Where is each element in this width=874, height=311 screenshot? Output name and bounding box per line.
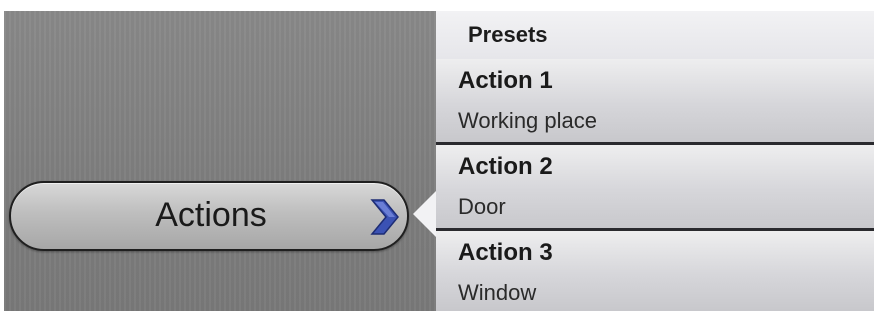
popover-arrow (413, 190, 437, 238)
preset-item-title: Action 3 (458, 239, 553, 266)
chevron-right-icon (370, 199, 399, 235)
actions-button[interactable]: Actions (9, 181, 409, 251)
preset-item-subtitle: Door (458, 194, 506, 219)
presets-panel: Presets Action 1 Working place Action 2 … (436, 11, 874, 311)
preset-item-title: Action 1 (458, 67, 553, 94)
preset-item-subtitle: Window (458, 280, 537, 305)
preset-item-title: Action 2 (458, 153, 553, 180)
preset-item-action-3[interactable]: Action 3 Window (436, 231, 874, 311)
presets-title: Presets (468, 22, 548, 47)
preset-item-subtitle: Working place (458, 108, 597, 133)
actions-button-label: Actions (155, 196, 267, 234)
presets-header: Presets (436, 11, 874, 59)
preset-item-action-2[interactable]: Action 2 Door (436, 145, 874, 231)
preset-item-action-1[interactable]: Action 1 Working place (436, 59, 874, 145)
